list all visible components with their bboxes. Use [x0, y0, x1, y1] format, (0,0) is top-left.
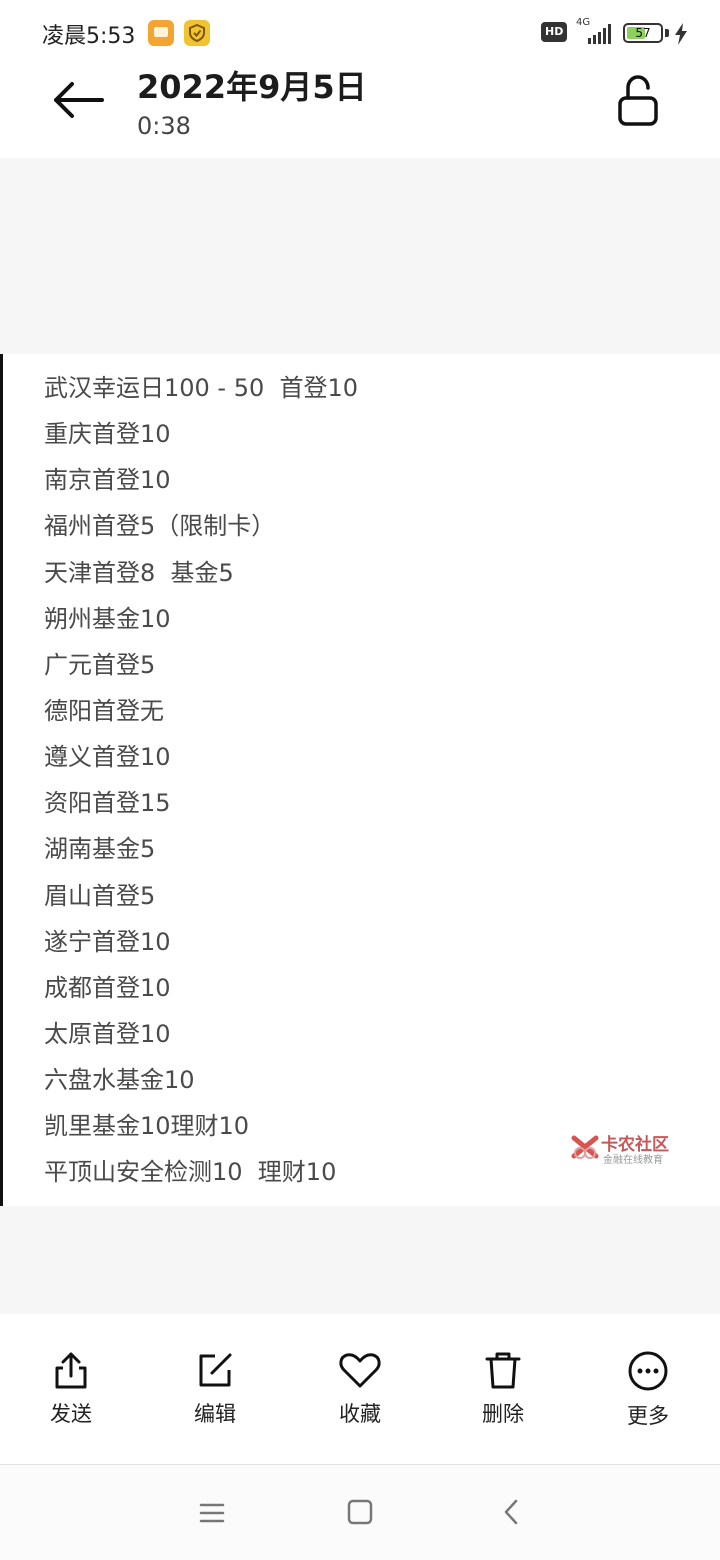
- back-icon: [504, 1499, 518, 1525]
- note-line: 朔州基金10: [44, 605, 171, 633]
- watermark-subtitle: 金融在线教育: [603, 1155, 663, 1166]
- note-header: 2022年9月5日 0:38: [0, 62, 720, 158]
- lock-button[interactable]: [614, 74, 662, 128]
- edit-icon: [199, 1353, 232, 1387]
- page-subtitle: 0:38: [137, 112, 191, 140]
- note-line: 遂宁首登10: [44, 928, 171, 956]
- note-line: 湖南基金5: [44, 835, 156, 863]
- battery-icon: 57: [623, 23, 663, 43]
- nav-back-button[interactable]: [492, 1497, 532, 1529]
- note-line: 平顶山安全检测10 理财10: [44, 1158, 337, 1186]
- more-button[interactable]: 更多: [598, 1350, 698, 1440]
- status-time: 凌晨5:53: [42, 24, 136, 49]
- watermark-logo: 卡农社区 金融在线教育: [571, 1130, 681, 1166]
- note-line: 南京首登10: [44, 466, 171, 494]
- note-line: 六盘水基金10: [44, 1066, 195, 1094]
- note-blank-area-top: [0, 158, 720, 354]
- menu-icon: [199, 1503, 225, 1523]
- delete-button[interactable]: 删除: [453, 1350, 553, 1440]
- favorite-button[interactable]: 收藏: [310, 1350, 410, 1440]
- note-line: 重庆首登10: [44, 420, 171, 448]
- share-icon: [55, 1352, 87, 1389]
- note-line: 福州首登5（限制卡）: [44, 512, 276, 540]
- charging-icon: [675, 23, 687, 45]
- back-button[interactable]: [50, 80, 110, 124]
- note-blank-area-bottom: [0, 1206, 720, 1314]
- favorite-label: 收藏: [339, 1402, 381, 1426]
- more-label: 更多: [627, 1404, 669, 1428]
- home-button[interactable]: [340, 1497, 380, 1529]
- action-bar: 发送 编辑 收藏 删除 更多: [0, 1314, 720, 1465]
- hd-badge: HD: [541, 22, 568, 42]
- recent-apps-button[interactable]: [192, 1497, 232, 1529]
- note-line: 资阳首登15: [44, 789, 171, 817]
- note-line: 广元首登5: [44, 651, 156, 679]
- note-line: 德阳首登无: [44, 697, 164, 725]
- page-title: 2022年9月5日: [137, 68, 367, 106]
- send-label: 发送: [50, 1402, 92, 1426]
- edit-button[interactable]: 编辑: [165, 1350, 265, 1440]
- note-line: 成都首登10: [44, 974, 171, 1002]
- note-line: 天津首登8 基金5: [44, 559, 234, 587]
- status-bar: 凌晨5:53 HD 4G 57: [0, 0, 720, 62]
- system-nav-bar: [0, 1465, 720, 1560]
- watermark-icon: [571, 1135, 599, 1159]
- battery-tip: [665, 29, 669, 37]
- battery-percent: 57: [635, 26, 651, 40]
- files-notification-icon: [148, 20, 174, 46]
- more-icon: [628, 1351, 668, 1391]
- signal-icon: [588, 24, 611, 44]
- home-icon: [347, 1499, 373, 1525]
- edit-label: 编辑: [194, 1402, 236, 1426]
- note-line: 太原首登10: [44, 1020, 171, 1048]
- shield-notification-icon: [184, 20, 210, 46]
- note-content[interactable]: 武汉幸运日100 - 50 首登10 重庆首登10 南京首登10 福州首登5（限…: [0, 354, 720, 1206]
- delete-label: 删除: [482, 1402, 524, 1426]
- arrow-left-icon: [54, 82, 104, 118]
- send-button[interactable]: 发送: [21, 1350, 121, 1440]
- heart-icon: [339, 1353, 381, 1388]
- note-line: 遵义首登10: [44, 743, 171, 771]
- unlock-icon: [618, 75, 658, 126]
- note-line: 武汉幸运日100 - 50 首登10: [44, 374, 359, 402]
- note-line: 凯里基金10理财10: [44, 1112, 250, 1140]
- trash-icon: [485, 1352, 521, 1389]
- note-line: 眉山首登5: [44, 882, 156, 910]
